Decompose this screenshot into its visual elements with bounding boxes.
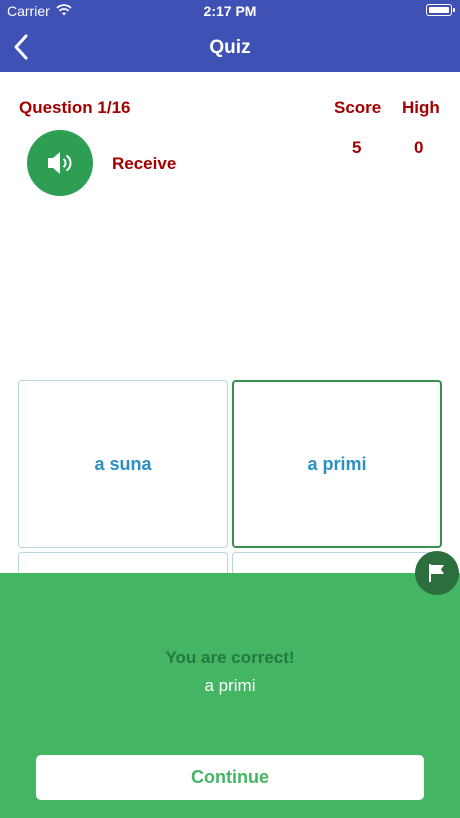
speaker-icon <box>48 152 72 174</box>
high-score-value: 0 <box>414 138 424 157</box>
play-audio-button[interactable] <box>27 130 93 196</box>
score-label: Score <box>334 98 382 117</box>
battery-icon <box>426 4 455 16</box>
question-counter: Question 1/16 <box>19 98 131 117</box>
nav-bar: Quiz <box>0 22 460 72</box>
answer-option-label: a suna <box>94 453 152 474</box>
prompt-word: Receive <box>112 154 177 173</box>
report-flag-button[interactable] <box>415 551 459 595</box>
score-value: 5 <box>352 138 362 157</box>
page-title: Quiz <box>209 37 251 58</box>
result-title: You are correct! <box>165 648 295 667</box>
status-bar: Carrier 2:17 PM <box>0 0 460 22</box>
result-panel: You are correct! a primi Continue <box>0 573 460 818</box>
answer-option-1[interactable]: a suna <box>18 380 228 548</box>
result-answer: a primi <box>204 676 256 695</box>
answer-option-2[interactable]: a primi <box>232 380 442 548</box>
continue-button[interactable]: Continue <box>36 755 424 800</box>
status-time: 2:17 PM <box>203 3 257 19</box>
answer-option-label: a primi <box>307 453 367 474</box>
flag-icon <box>429 564 444 582</box>
high-score-label: High <box>402 98 440 117</box>
